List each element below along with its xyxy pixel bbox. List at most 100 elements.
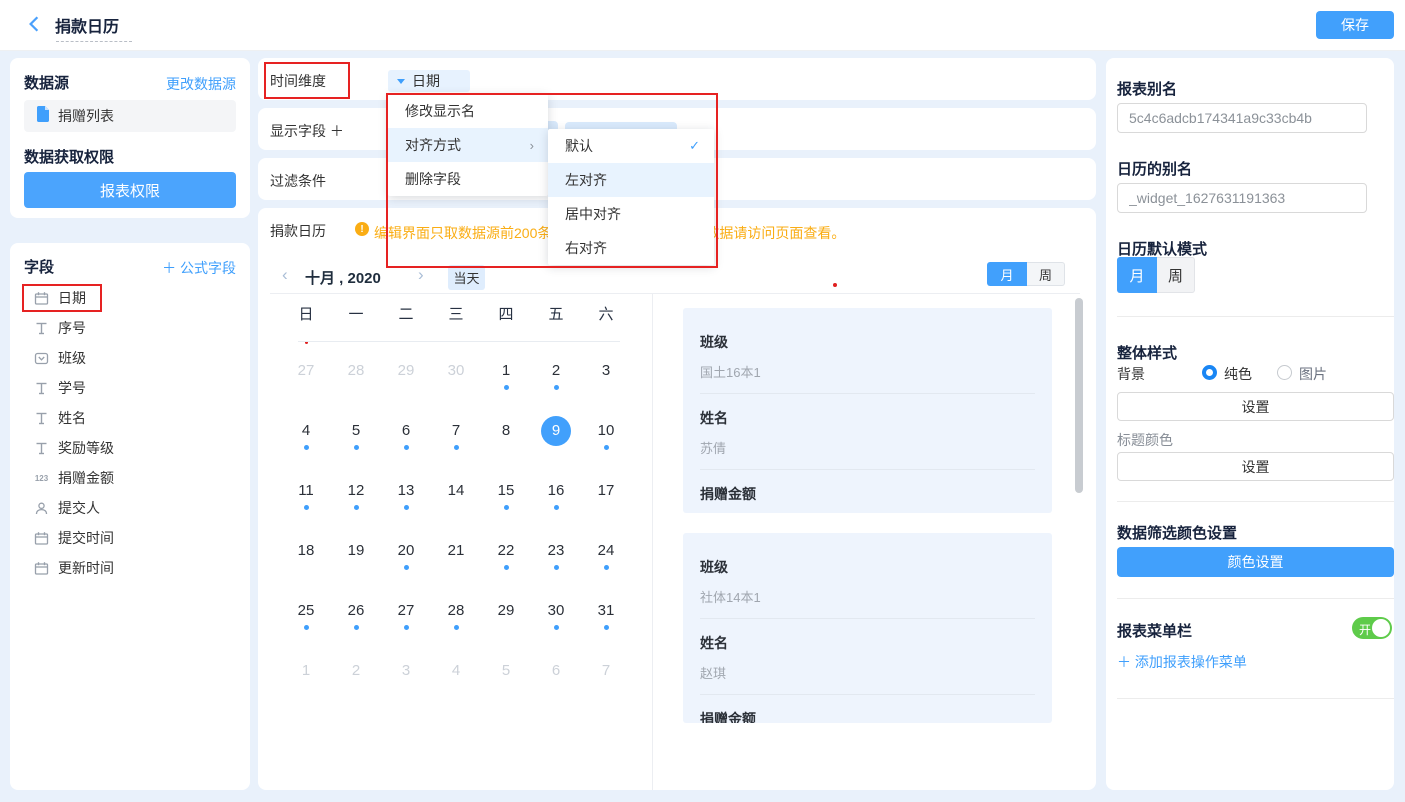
calendar-day-cell[interactable]: 6	[381, 420, 431, 480]
field-item[interactable]: 更新时间	[10, 553, 250, 583]
calendar-day-cell[interactable]: 17	[581, 480, 631, 540]
calendar-day-cell[interactable]: 3	[381, 660, 431, 720]
report-alias-input[interactable]	[1117, 103, 1367, 133]
calendar-alias-input[interactable]	[1117, 183, 1367, 213]
calendar-day-cell[interactable]: 31	[581, 600, 631, 660]
calendar-day-cell[interactable]: 24	[581, 540, 631, 600]
calendar-day-cell[interactable]: 23	[531, 540, 581, 600]
day-number: 23	[548, 540, 565, 562]
field-item[interactable]: 序号	[10, 313, 250, 343]
next-month-icon[interactable]: ›	[418, 265, 424, 285]
background-setting-button[interactable]: 设置	[1117, 392, 1394, 421]
calendar-day-cell[interactable]: 11	[281, 480, 331, 540]
add-report-menu-link[interactable]: ＋ 添加报表操作菜单	[1117, 652, 1247, 672]
red-dot	[833, 283, 837, 287]
event-card[interactable]: 班级国土16本1姓名苏倩捐赠金额500	[683, 308, 1052, 513]
today-button[interactable]: 当天	[448, 265, 485, 290]
calendar-day-cell[interactable]: 4	[431, 660, 481, 720]
prev-month-icon[interactable]: ‹	[282, 265, 288, 285]
calendar-day-cell[interactable]: 12	[331, 480, 381, 540]
calendar-day-cell[interactable]: 3	[581, 360, 631, 420]
datasource-item[interactable]: 捐赠列表	[24, 100, 236, 132]
report-permission-button[interactable]: 报表权限	[24, 172, 236, 208]
calendar-day-cell[interactable]: 21	[431, 540, 481, 600]
mode-month-tab[interactable]: 月	[1117, 257, 1157, 293]
calendar-day-cell[interactable]: 22	[481, 540, 531, 600]
field-item[interactable]: 奖励等级	[10, 433, 250, 463]
event-dot	[304, 505, 309, 510]
solid-color-radio[interactable]	[1202, 365, 1217, 380]
calendar-section-title: 捐款日历	[270, 221, 326, 241]
app-root: 捐款日历 保存 数据源 更改数据源 捐赠列表 数据获取权限 报表权限 字段 ＋ …	[0, 0, 1405, 802]
filter-color-title: 数据筛选颜色设置	[1117, 522, 1237, 543]
calendar-day-cell[interactable]: 29	[381, 360, 431, 420]
calendar-day-cell[interactable]: 30	[431, 360, 481, 420]
page-title: 捐款日历	[55, 13, 119, 37]
back-icon[interactable]	[26, 15, 42, 38]
menu-item[interactable]: 修改显示名	[388, 94, 548, 128]
calendar-day-cell[interactable]: 20	[381, 540, 431, 600]
menu-item[interactable]: 删除字段	[388, 162, 548, 196]
calendar-day-cell[interactable]: 8	[481, 420, 531, 480]
calendar-day-cell[interactable]: 26	[331, 600, 381, 660]
calendar-day-cell[interactable]: 18	[281, 540, 331, 600]
calendar-day-cell[interactable]: 10	[581, 420, 631, 480]
add-display-field-icon[interactable]: ＋	[330, 123, 344, 139]
calendar-day-cell[interactable]: 2	[331, 660, 381, 720]
calendar-day-cell[interactable]: 5	[481, 660, 531, 720]
calendar-day-cell[interactable]: 7	[431, 420, 481, 480]
event-card[interactable]: 班级社体14本1姓名赵琪捐赠金额900	[683, 533, 1052, 723]
calendar-day-cell[interactable]: 14	[431, 480, 481, 540]
calendar-day-cell[interactable]: 25	[281, 600, 331, 660]
calendar-day-cell[interactable]: 16	[531, 480, 581, 540]
scrollbar[interactable]	[1075, 298, 1083, 493]
week-view-tab[interactable]: 周	[1027, 262, 1065, 286]
menu-bar-toggle[interactable]: 开	[1352, 617, 1392, 639]
mode-week-tab[interactable]: 周	[1157, 257, 1195, 293]
time-field-dropdown[interactable]: 日期	[388, 70, 470, 92]
change-datasource-link[interactable]: 更改数据源	[166, 74, 236, 94]
day-number: 30	[448, 360, 465, 382]
title-color-setting-button[interactable]: 设置	[1117, 452, 1394, 481]
calendar-day-cell[interactable]: 1	[481, 360, 531, 420]
color-setting-button[interactable]: 颜色设置	[1117, 547, 1394, 577]
overall-style-title: 整体样式	[1117, 342, 1177, 363]
submenu-item[interactable]: 右对齐	[548, 231, 714, 265]
calendar-day-cell[interactable]: 27	[281, 360, 331, 420]
field-item[interactable]: 学号	[10, 373, 250, 403]
calendar-day-cell[interactable]: 29	[481, 600, 531, 660]
field-item[interactable]: 姓名	[10, 403, 250, 433]
field-item[interactable]: 班级	[10, 343, 250, 373]
field-item[interactable]: 提交时间	[10, 523, 250, 553]
title-color-label: 标题颜色	[1117, 430, 1173, 450]
calendar-day-cell[interactable]: 9	[531, 420, 581, 480]
calendar-day-cell[interactable]: 1	[281, 660, 331, 720]
calendar-day-cell[interactable]: 28	[331, 360, 381, 420]
field-item[interactable]: 123捐赠金额	[10, 463, 250, 493]
event-dot	[404, 505, 409, 510]
add-formula-field-link[interactable]: ＋ 公式字段	[162, 258, 236, 278]
month-view-tab[interactable]: 月	[987, 262, 1027, 286]
submenu-item[interactable]: 默认✓	[548, 129, 714, 163]
calendar-day-cell[interactable]: 27	[381, 600, 431, 660]
calendar-day-cell[interactable]: 2	[531, 360, 581, 420]
calendar-day-cell[interactable]: 15	[481, 480, 531, 540]
calendar-day-cell[interactable]: 4	[281, 420, 331, 480]
calendar-day-cell[interactable]: 30	[531, 600, 581, 660]
field-item[interactable]: 日期	[10, 283, 250, 313]
menu-item[interactable]: 对齐方式›	[388, 128, 548, 162]
submenu-item[interactable]: 居中对齐	[548, 197, 714, 231]
calendar-day-cell[interactable]: 13	[381, 480, 431, 540]
calendar-day-cell[interactable]: 7	[581, 660, 631, 720]
calendar-day-cell[interactable]: 6	[531, 660, 581, 720]
calendar-day-cell[interactable]: 19	[331, 540, 381, 600]
calendar-day-cell[interactable]: 28	[431, 600, 481, 660]
time-field-value: 日期	[412, 71, 440, 91]
image-radio[interactable]	[1277, 365, 1292, 380]
save-button[interactable]: 保存	[1316, 11, 1394, 39]
field-item[interactable]: 提交人	[10, 493, 250, 523]
toggle-knob	[1372, 619, 1390, 637]
submenu-item[interactable]: 左对齐	[548, 163, 714, 197]
calendar-day-cell[interactable]: 5	[331, 420, 381, 480]
event-dot	[604, 565, 609, 570]
